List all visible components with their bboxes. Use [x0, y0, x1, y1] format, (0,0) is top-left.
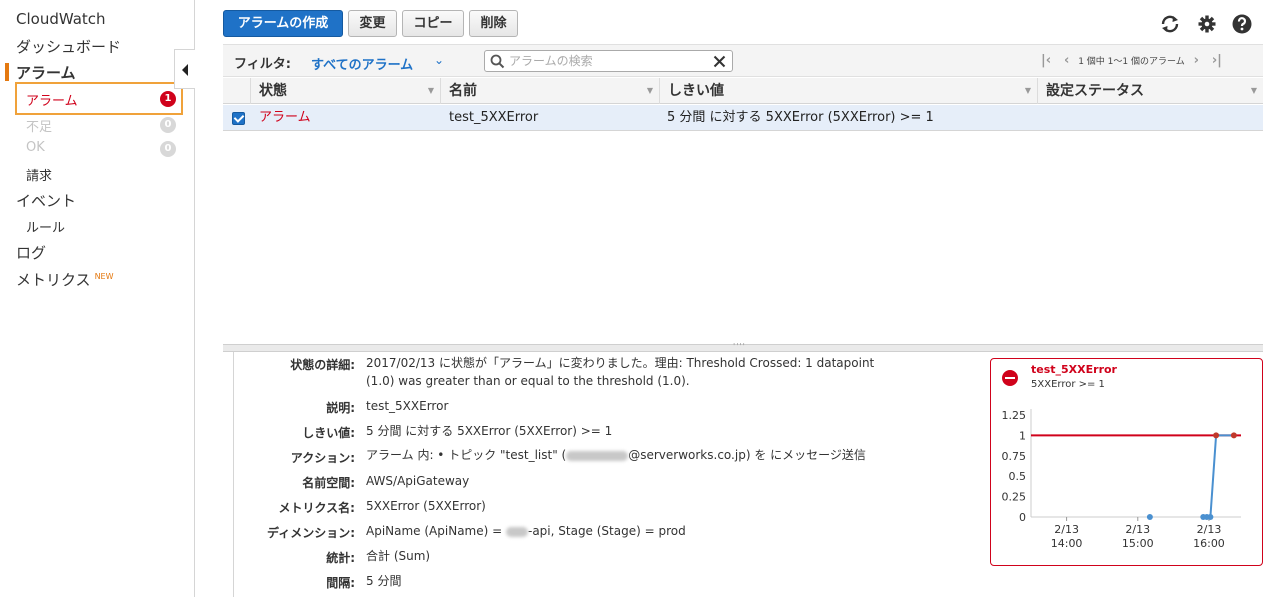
x-tick-label: 2/13	[1054, 523, 1079, 536]
table-header: 状態 ▼ 名前 ▼ しきい値 ▼ 設定ステータス ▼	[223, 78, 1263, 104]
first-page-icon[interactable]: |‹	[1041, 53, 1051, 68]
last-page-icon[interactable]: ›|	[1212, 53, 1222, 68]
x-tick-label: 15:00	[1122, 537, 1154, 550]
namespace-value: AWS/ApiGateway	[366, 474, 470, 488]
period-value: 5 分間	[366, 574, 402, 588]
row-checkbox[interactable]	[232, 112, 245, 125]
filter-label: フィルタ:	[234, 57, 291, 72]
create-alarm-button[interactable]: アラームの作成	[223, 10, 343, 37]
table-row[interactable]: アラーム test_5XXError 5 分間 に対する 5XXError (5…	[223, 105, 1263, 131]
col-threshold[interactable]: しきい値 ▼	[659, 78, 1037, 104]
redacted-email	[566, 450, 629, 461]
new-badge: NEW	[94, 272, 114, 281]
refresh-icon[interactable]	[1159, 13, 1181, 35]
col-config-status[interactable]: 設定ステータス ▼	[1037, 78, 1263, 104]
modify-button[interactable]: 変更	[348, 10, 397, 37]
y-tick-label: 0.75	[1002, 450, 1027, 463]
sidebar-item-metrics-label: メトリクス	[16, 271, 91, 289]
statistic-label: 統計:	[326, 551, 355, 565]
series-line	[1203, 434, 1234, 518]
alarm-count-badge: 1	[160, 91, 176, 107]
alarm-chart: 00.250.50.7511.252/1314:002/1315:002/131…	[1002, 409, 1241, 550]
data-point	[1146, 514, 1153, 520]
metric-label: メトリクス名:	[278, 501, 355, 515]
x-tick-label: 16:00	[1193, 537, 1225, 550]
statistic-value: 合計 (Sum)	[366, 549, 431, 563]
dimension-value: ApiName (ApiName) = -api, Stage (Stage) …	[366, 524, 686, 538]
data-point	[1213, 432, 1220, 439]
data-point	[1207, 514, 1214, 520]
sidebar-item-alarm-state[interactable]: アラーム	[26, 90, 78, 109]
sidebar: CloudWatch ダッシュボード アラーム アラーム 1 不足 0 OK 0…	[0, 0, 195, 597]
gear-icon[interactable]	[1196, 13, 1218, 35]
card-subtitle: 5XXError >= 1	[1031, 379, 1105, 390]
sidebar-item-events[interactable]: イベント	[16, 190, 76, 211]
insufficient-count-badge: 0	[160, 117, 176, 133]
y-tick-label: 1	[1019, 429, 1026, 442]
prev-page-icon[interactable]: ‹	[1064, 53, 1069, 68]
chevron-down-icon[interactable]: ⌄	[434, 53, 444, 67]
delete-button[interactable]: 削除	[469, 10, 518, 37]
x-tick-label: 2/13	[1125, 523, 1150, 536]
alarm-chart-card[interactable]: test_5XXError 5XXError >= 1 0 0.25 0.5 0.75…	[990, 358, 1263, 566]
detail-divider	[233, 352, 234, 597]
active-indicator	[5, 63, 9, 81]
threshold-label: しきい値:	[302, 426, 355, 440]
period-label: 間隔:	[326, 576, 355, 590]
sidebar-item-ok[interactable]: OK	[26, 140, 45, 155]
redacted-api-name	[506, 526, 528, 537]
ok-count-badge: 0	[160, 141, 176, 157]
sidebar-item-billing[interactable]: 請求	[26, 165, 52, 184]
filter-dropdown[interactable]: すべてのアラーム	[311, 54, 413, 73]
sidebar-item-metrics[interactable]: メトリクス NEW	[16, 269, 114, 290]
sidebar-item-logs[interactable]: ログ	[16, 242, 46, 263]
col-state[interactable]: 状態 ▼	[250, 78, 440, 104]
y-tick-label: 1.25	[1002, 409, 1027, 422]
data-point	[1230, 432, 1237, 439]
description-value: test_5XXError	[366, 399, 449, 413]
y-tick-label: 0.25	[1002, 491, 1027, 504]
state-detail-value: 2017/02/13 に状態が「アラーム」に変わりました。理由: Thresho…	[366, 356, 875, 388]
actions-value: アラーム 内: • トピック "test_list" (@serverworks…	[366, 448, 866, 462]
alarm-stop-icon	[1002, 370, 1018, 386]
collapse-sidebar-button[interactable]	[174, 49, 195, 89]
dimension-label: ディメンション:	[267, 526, 355, 540]
description-label: 説明:	[326, 401, 355, 415]
namespace-label: 名前空間:	[302, 476, 355, 490]
sidebar-item-rules[interactable]: ルール	[26, 217, 65, 236]
card-title: test_5XXError	[1031, 363, 1117, 376]
x-tick-label: 14:00	[1051, 537, 1083, 550]
card-header: test_5XXError 5XXError >= 1	[991, 359, 1262, 395]
sidebar-item-alarms[interactable]: アラーム	[16, 62, 76, 83]
threshold-value: 5 分間 に対する 5XXError (5XXError) >= 1	[366, 424, 613, 438]
row-name: test_5XXError	[449, 110, 539, 125]
pager-text: 1 個中 1〜1 個のアラーム	[1078, 57, 1185, 67]
search-icon	[490, 54, 505, 69]
col-name[interactable]: 名前 ▼	[440, 78, 659, 104]
search-input[interactable]	[509, 52, 709, 70]
x-tick-label: 2/13	[1197, 523, 1222, 536]
y-tick-label: 0	[1019, 511, 1026, 524]
row-threshold: 5 分間 に対する 5XXError (5XXError) >= 1	[667, 110, 934, 125]
sidebar-title[interactable]: CloudWatch	[16, 10, 106, 28]
y-tick-label: 0.5	[1009, 470, 1027, 483]
copy-button[interactable]: コピー	[402, 10, 464, 37]
search-box	[484, 50, 733, 72]
state-detail-label: 状態の詳細:	[290, 358, 355, 372]
actions-label: アクション:	[290, 451, 355, 465]
filter-bar: フィルタ: すべてのアラーム ⌄ |‹ ‹ 1 個中 1〜1 個のアラーム › …	[223, 44, 1263, 77]
metric-value: 5XXError (5XXError)	[366, 499, 486, 513]
pane-splitter[interactable]: ''''	[223, 342, 1263, 352]
next-page-icon[interactable]: ›	[1194, 53, 1199, 68]
clear-search-icon[interactable]	[713, 55, 726, 68]
sidebar-item-insufficient[interactable]: 不足	[26, 116, 52, 135]
help-icon[interactable]	[1231, 13, 1253, 35]
pager: |‹ ‹ 1 個中 1〜1 個のアラーム › ›|	[1041, 53, 1222, 68]
row-state: アラーム	[259, 110, 311, 125]
sidebar-item-dashboard[interactable]: ダッシュボード	[16, 36, 121, 57]
